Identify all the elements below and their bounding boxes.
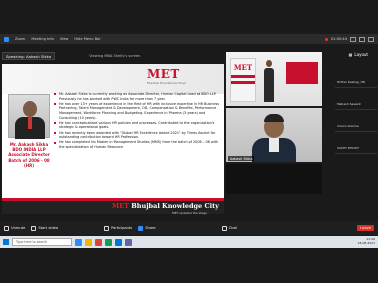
windows-taskbar: Type here to search 13:49 18-08-2021 bbox=[0, 236, 378, 248]
participant-name: VASHT DHOOT bbox=[337, 146, 359, 150]
meeting-toolbar: Unmute Start video Participants Share Ch… bbox=[0, 221, 378, 235]
clock-date: 18-08-2021 bbox=[357, 241, 375, 245]
leave-button[interactable]: Leave bbox=[357, 225, 374, 231]
participant-name: manni sharma bbox=[337, 124, 359, 128]
chat-button[interactable]: Chat bbox=[221, 225, 237, 231]
chat-label: Chat bbox=[228, 226, 237, 230]
zoom-taskbar-icon[interactable] bbox=[75, 238, 82, 246]
banner-logo: MET bbox=[233, 63, 253, 72]
chrome-icon[interactable] bbox=[95, 238, 102, 246]
participant-item[interactable]: Mahesh Sawant bbox=[335, 88, 377, 110]
menu-meeting-info[interactable]: Meeting Info bbox=[31, 37, 53, 41]
participants-button[interactable]: Participants bbox=[104, 225, 133, 231]
zoom-window: Zoom Meeting Info View Hide Menu Bar 01:… bbox=[0, 0, 378, 283]
video-tile-empty[interactable] bbox=[226, 164, 322, 194]
participant-name: Mahesh Sawant bbox=[337, 102, 361, 106]
start-video-label: Start video bbox=[38, 226, 59, 230]
speaking-label: Speaking: Aakash Sikka bbox=[6, 53, 52, 59]
zoom-app-icon bbox=[4, 36, 9, 42]
speaker-title: Associate Director bbox=[8, 152, 50, 158]
video-tile-speaker[interactable]: Aakash Sikka bbox=[226, 108, 322, 162]
shared-screen: MET Mumbai Educational Trust Mr. Aakash … bbox=[2, 64, 224, 215]
participants-icon bbox=[104, 225, 110, 231]
participants-label: Participants bbox=[111, 226, 133, 230]
share-label: Share bbox=[145, 226, 156, 230]
bio-bullets: Mr. Aakash Sikka is currently working as… bbox=[54, 92, 222, 150]
footer-rest: Bhujbal Knowledge City bbox=[129, 202, 219, 210]
met-logo-subtitle: Mumbai Educational Trust bbox=[147, 81, 186, 85]
windows-start-icon[interactable] bbox=[3, 239, 9, 245]
title-bar: Zoom Meeting Info View Hide Menu Bar 01:… bbox=[0, 34, 378, 44]
share-button[interactable]: Share bbox=[138, 225, 156, 231]
speaker-program: (HR) bbox=[23, 162, 35, 168]
participant-name: Hrithik Rastogi_HR bbox=[337, 80, 365, 84]
camera-icon bbox=[31, 225, 37, 231]
maximize-button[interactable] bbox=[359, 36, 365, 42]
speaker-tile-label: Aakash Sikka bbox=[228, 156, 255, 161]
bio-bullet: He has recently been awarded with "Globa… bbox=[54, 131, 222, 140]
share-icon bbox=[138, 225, 144, 231]
record-dot-icon bbox=[324, 37, 328, 41]
viewing-indicator[interactable]: Viewing MBA Shelly's screen bbox=[89, 54, 140, 58]
participant-item[interactable]: Hrithik Rastogi_HR bbox=[335, 66, 377, 88]
menu-view[interactable]: View bbox=[60, 37, 69, 41]
unmute-button[interactable]: Unmute bbox=[4, 225, 26, 231]
microphone-icon bbox=[4, 225, 9, 231]
footer-caption: MET updated the stage bbox=[172, 211, 207, 215]
layout-label: Layout bbox=[354, 52, 368, 57]
teams-icon[interactable] bbox=[125, 238, 132, 246]
app-label: Zoom bbox=[15, 37, 26, 41]
layout-button[interactable]: ▦ Layout bbox=[349, 52, 368, 57]
met-logo-text: MET bbox=[147, 67, 180, 81]
start-video-button[interactable]: Start video bbox=[31, 225, 59, 231]
recording-time: 01:00:44 bbox=[330, 37, 347, 41]
video-tile-host[interactable]: MET bbox=[226, 52, 322, 106]
minimize-button[interactable] bbox=[350, 36, 356, 42]
bio-bullet: Mr. Aakash Sikka is currently working as… bbox=[54, 92, 222, 101]
menu-hide-menu-bar[interactable]: Hide Menu Bar bbox=[74, 37, 101, 41]
bio-bullet: He has over 13+ years of experience in t… bbox=[54, 102, 222, 120]
excel-icon[interactable] bbox=[105, 238, 112, 246]
host-figure bbox=[264, 60, 274, 104]
bio-bullet: He has completed his Master in Managemen… bbox=[54, 140, 222, 149]
met-banner: MET bbox=[230, 58, 256, 102]
speaking-indicator: Speaking: Aakash Sikka bbox=[2, 52, 56, 60]
search-placeholder: Type here to search bbox=[16, 240, 48, 244]
unmute-label: Unmute bbox=[11, 226, 26, 230]
close-button[interactable] bbox=[368, 36, 374, 42]
bio-bullet: He has conceptualized various HR policie… bbox=[54, 121, 222, 130]
footer-title: MET Bhujbal Knowledge City bbox=[112, 202, 219, 210]
participant-item[interactable]: VASHT DHOOT bbox=[335, 132, 377, 154]
participant-strip: Hrithik Rastogi_HR Mahesh Sawant manni s… bbox=[335, 66, 377, 154]
edge-icon[interactable] bbox=[115, 238, 122, 246]
file-explorer-icon[interactable] bbox=[85, 238, 92, 246]
taskbar-search-box[interactable]: Type here to search bbox=[12, 238, 72, 246]
chat-icon bbox=[221, 225, 227, 231]
stage-screen bbox=[286, 62, 318, 84]
grid-icon: ▦ bbox=[348, 52, 353, 57]
speaker-photo bbox=[8, 94, 50, 139]
slide-footer: MET Bhujbal Knowledge City MET updated t… bbox=[2, 198, 224, 215]
met-logo: MET Mumbai Educational Trust bbox=[147, 67, 207, 91]
speaker-details: Mr. Aakash Sikka BDO INDIA LLP Associate… bbox=[4, 142, 54, 168]
footer-met: MET bbox=[112, 202, 129, 210]
participant-item[interactable]: manni sharma bbox=[335, 110, 377, 132]
taskbar-clock[interactable]: 13:49 18-08-2021 bbox=[358, 238, 375, 245]
recording-indicator: 01:00:44 bbox=[324, 36, 374, 42]
